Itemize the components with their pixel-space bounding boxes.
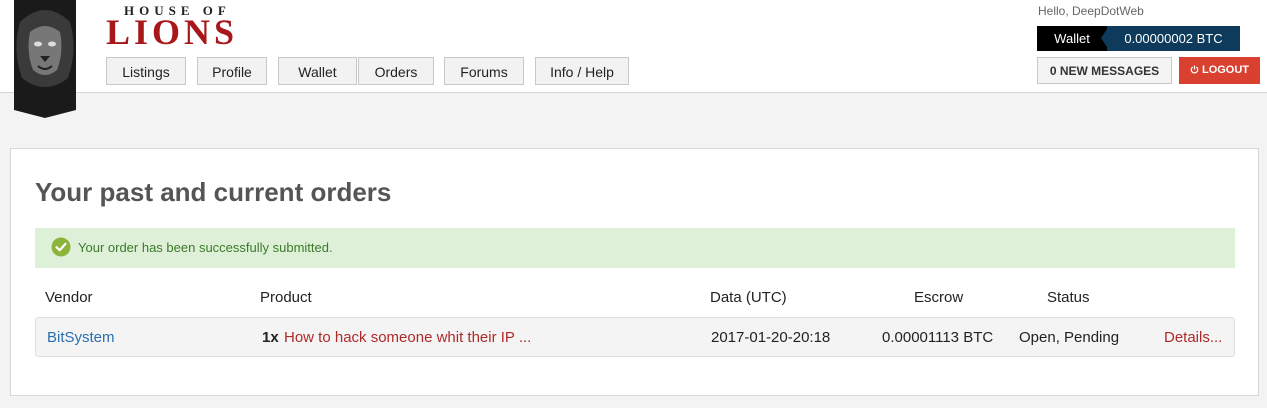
nav-profile-button[interactable]: Profile — [197, 57, 267, 85]
column-header-escrow: Escrow — [914, 289, 964, 306]
nav-listings-button[interactable]: Listings — [106, 57, 186, 85]
table-row: BitSystem 1x How to hack someone whit th… — [35, 317, 1235, 357]
power-icon — [1190, 65, 1199, 74]
nav-info-help-button[interactable]: Info / Help — [535, 57, 629, 85]
vendor-link[interactable]: BitSystem — [47, 329, 115, 346]
order-date: 2017-01-20-20:18 — [711, 329, 831, 346]
nav-orders-button[interactable]: Orders — [358, 57, 434, 85]
order-status: Open, Pending — [1019, 329, 1120, 346]
details-link[interactable]: Details... — [1164, 329, 1222, 346]
alert-text: Your order has been successfully submitt… — [78, 240, 333, 255]
page-title: Your past and current orders — [35, 177, 392, 207]
logout-button[interactable]: LOGOUT — [1179, 57, 1260, 84]
order-escrow: 0.00001113 BTC — [882, 329, 994, 346]
wallet-balance: 0.00000002 BTC — [1107, 26, 1240, 51]
column-header-status: Status — [1047, 289, 1090, 306]
new-messages-button[interactable]: 0 NEW MESSAGES — [1037, 57, 1172, 84]
success-alert: Your order has been successfully submitt… — [35, 228, 1235, 268]
product-link[interactable]: How to hack someone whit their IP ... — [284, 329, 531, 346]
logout-label: LOGOUT — [1201, 64, 1250, 76]
column-header-vendor: Vendor — [45, 289, 93, 306]
lion-logo-icon[interactable] — [12, 0, 78, 118]
column-header-product: Product — [260, 289, 312, 306]
nav-wallet-button[interactable]: Wallet — [278, 57, 357, 85]
brand-main-text[interactable]: LIONS — [106, 12, 238, 52]
column-header-date: Data (UTC) — [710, 289, 787, 306]
check-circle-icon — [51, 237, 71, 257]
orders-panel: Your past and current orders Your order … — [10, 148, 1259, 396]
wallet-button[interactable]: Wallet — [1037, 26, 1107, 51]
greeting: Hello, DeepDotWeb — [1038, 4, 1144, 18]
nav-forums-button[interactable]: Forums — [444, 57, 524, 85]
order-quantity: 1x — [262, 329, 279, 346]
top-bar: HOUSE OF LIONS Listings Profile Wallet O… — [0, 0, 1267, 118]
